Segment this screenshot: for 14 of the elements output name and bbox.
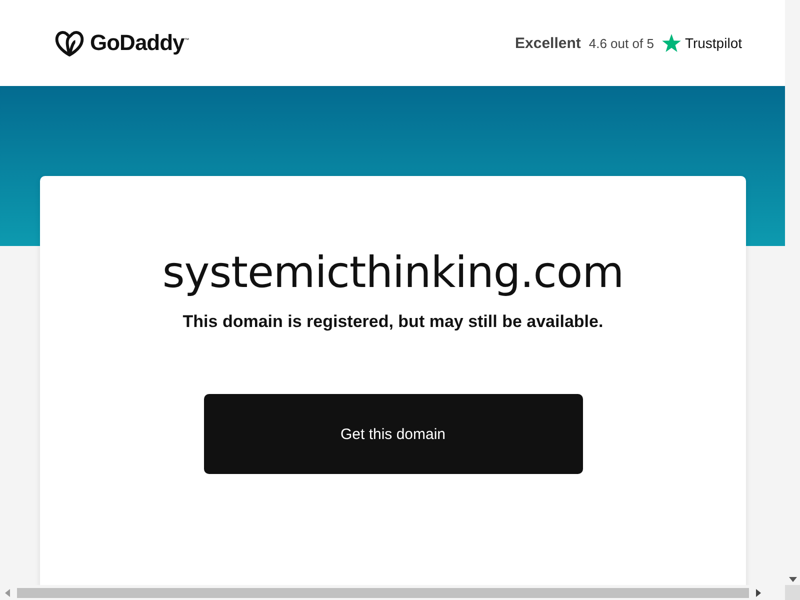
trustpilot-text[interactable]: Trustpilot: [684, 35, 742, 51]
domain-name: systemicthinking.com: [162, 248, 624, 298]
domain-status-text: This domain is registered, but may still be available.: [182, 312, 604, 332]
scrollbar-corner: [785, 585, 800, 600]
star-icon: [662, 34, 681, 52]
scroll-left-icon[interactable]: [5, 588, 10, 596]
rating-label: Excellent: [515, 34, 581, 52]
heart-logo-icon: [54, 30, 85, 56]
get-domain-button[interactable]: Get this domain: [204, 394, 582, 474]
rating-score: 4.6 out of 5: [588, 36, 654, 50]
logo-text[interactable]: GoDaddy$^{™}$: [90, 30, 189, 56]
scroll-right-icon[interactable]: [756, 588, 761, 596]
scroll-down-icon[interactable]: [788, 577, 796, 582]
scrollbar-thumb[interactable]: [17, 588, 749, 598]
